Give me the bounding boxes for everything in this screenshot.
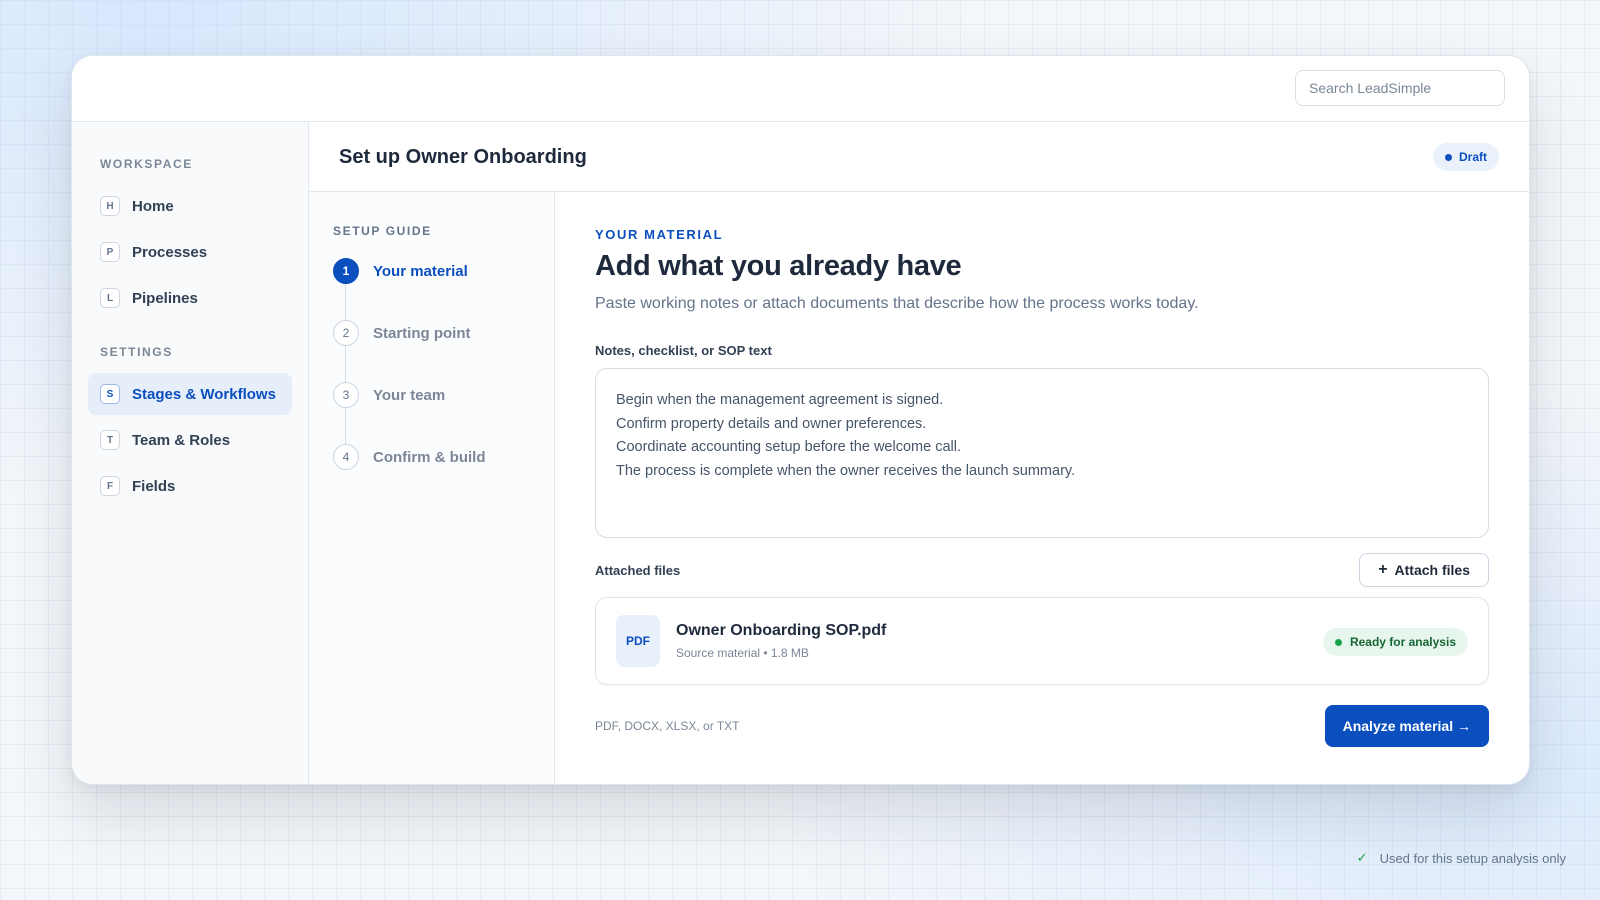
setup-guide-title: SETUP GUIDE	[333, 224, 432, 238]
sidebar-item-label: Processes	[132, 243, 208, 261]
notes-line: The process is complete when the owner r…	[616, 462, 1076, 479]
main-panel: Set up Owner Onboarding Draft SETUP GUID…	[309, 122, 1529, 784]
sidebar-item-processes[interactable]: P Processes	[88, 231, 292, 273]
shortcut-key-icon: S	[100, 384, 120, 404]
step-connector	[345, 284, 346, 320]
file-card[interactable]: PDF Owner Onboarding SOP.pdf Source mate…	[595, 597, 1489, 685]
page-header: Set up Owner Onboarding Draft	[309, 122, 1529, 192]
shortcut-key-icon: H	[100, 196, 120, 216]
notes-textarea[interactable]: Begin when the management agreement is s…	[595, 368, 1489, 538]
notes-line: Coordinate accounting setup before the w…	[616, 439, 961, 455]
sidebar-section-settings: SETTINGS	[100, 345, 173, 359]
step-connector	[345, 408, 346, 444]
step-label: Your material	[373, 262, 468, 280]
step-your-team[interactable]: 3 Your team	[333, 382, 554, 444]
material-form: YOUR MATERIAL Add what you already have …	[555, 192, 1529, 784]
plus-icon: +	[1378, 561, 1388, 578]
step-number: 1	[333, 258, 359, 284]
notes-line: Begin when the management agreement is s…	[616, 392, 944, 408]
sidebar-item-team-roles[interactable]: T Team & Roles	[88, 419, 292, 461]
setup-guide: SETUP GUIDE 1 Your material 2 Starting p…	[309, 192, 555, 784]
step-starting-point[interactable]: 2 Starting point	[333, 320, 554, 382]
sidebar-item-stages-workflows[interactable]: S Stages & Workflows	[88, 373, 292, 415]
step-number: 3	[333, 382, 359, 408]
shortcut-key-icon: F	[100, 476, 120, 496]
sidebar-item-label: Home	[132, 197, 174, 215]
sidebar-item-label: Fields	[132, 477, 176, 495]
pdf-file-icon: PDF	[616, 615, 660, 667]
sidebar-item-label: Stages & Workflows	[132, 385, 276, 403]
app-window: WORKSPACE H Home P Processes L Pipelines…	[71, 55, 1530, 785]
page-title: Set up Owner Onboarding	[339, 146, 587, 168]
step-connector	[345, 346, 346, 382]
step-confirm-build[interactable]: 4 Confirm & build	[333, 444, 554, 470]
file-name: Owner Onboarding SOP.pdf	[676, 622, 887, 639]
step-label: Starting point	[373, 324, 471, 342]
attached-files-label: Attached files	[595, 562, 681, 578]
shortcut-key-icon: P	[100, 242, 120, 262]
file-status-badge: Ready for analysis	[1322, 628, 1468, 656]
step-number: 4	[333, 444, 359, 470]
sidebar-item-home[interactable]: H Home	[88, 185, 292, 227]
attached-files-header: Attached files + Attach files	[595, 553, 1489, 587]
status-dot-icon	[1334, 638, 1342, 646]
search-input[interactable]	[1295, 70, 1505, 106]
sidebar: WORKSPACE H Home P Processes L Pipelines…	[72, 122, 309, 784]
status-badge-label: Draft	[1458, 150, 1487, 164]
step-number: 2	[333, 320, 359, 346]
form-footer: PDF, DOCX, XLSX, or TXT Analyze material…	[595, 705, 1489, 747]
file-info: Owner Onboarding SOP.pdf Source material…	[676, 622, 886, 660]
sidebar-item-label: Pipelines	[132, 289, 198, 307]
supported-formats: PDF, DOCX, XLSX, or TXT	[595, 719, 740, 733]
status-dot-icon	[1444, 153, 1452, 161]
attach-files-button[interactable]: + Attach files	[1359, 553, 1489, 587]
step-label: Confirm & build	[373, 448, 486, 466]
sidebar-item-fields[interactable]: F Fields	[88, 465, 292, 507]
section-subtitle: Paste working notes or attach documents …	[595, 295, 1199, 312]
attach-files-label: Attach files	[1394, 562, 1470, 578]
file-meta: Source material • 1.8 MB	[676, 646, 809, 660]
notes-label: Notes, checklist, or SOP text	[595, 343, 772, 358]
notes-line: Confirm property details and owner prefe…	[616, 415, 927, 432]
shortcut-key-icon: L	[100, 288, 120, 308]
check-icon: ✓	[1356, 850, 1368, 865]
privacy-note: ✓ Used for this setup analysis only	[1357, 850, 1566, 866]
privacy-note-text: Used for this setup analysis only	[1379, 850, 1566, 866]
step-label: Your team	[373, 386, 446, 404]
sidebar-item-pipelines[interactable]: L Pipelines	[88, 277, 292, 319]
analyze-material-button[interactable]: Analyze material →	[1324, 705, 1489, 747]
section-headline: Add what you already have	[595, 250, 962, 282]
step-your-material[interactable]: 1 Your material	[333, 258, 554, 320]
shortcut-key-icon: T	[100, 430, 120, 450]
section-eyebrow: YOUR MATERIAL	[595, 227, 724, 242]
top-bar	[72, 56, 1529, 122]
sidebar-section-workspace: WORKSPACE	[100, 157, 193, 171]
status-badge: Draft	[1432, 143, 1499, 171]
file-status-label: Ready for analysis	[1349, 635, 1456, 649]
sidebar-item-label: Team & Roles	[132, 431, 231, 449]
